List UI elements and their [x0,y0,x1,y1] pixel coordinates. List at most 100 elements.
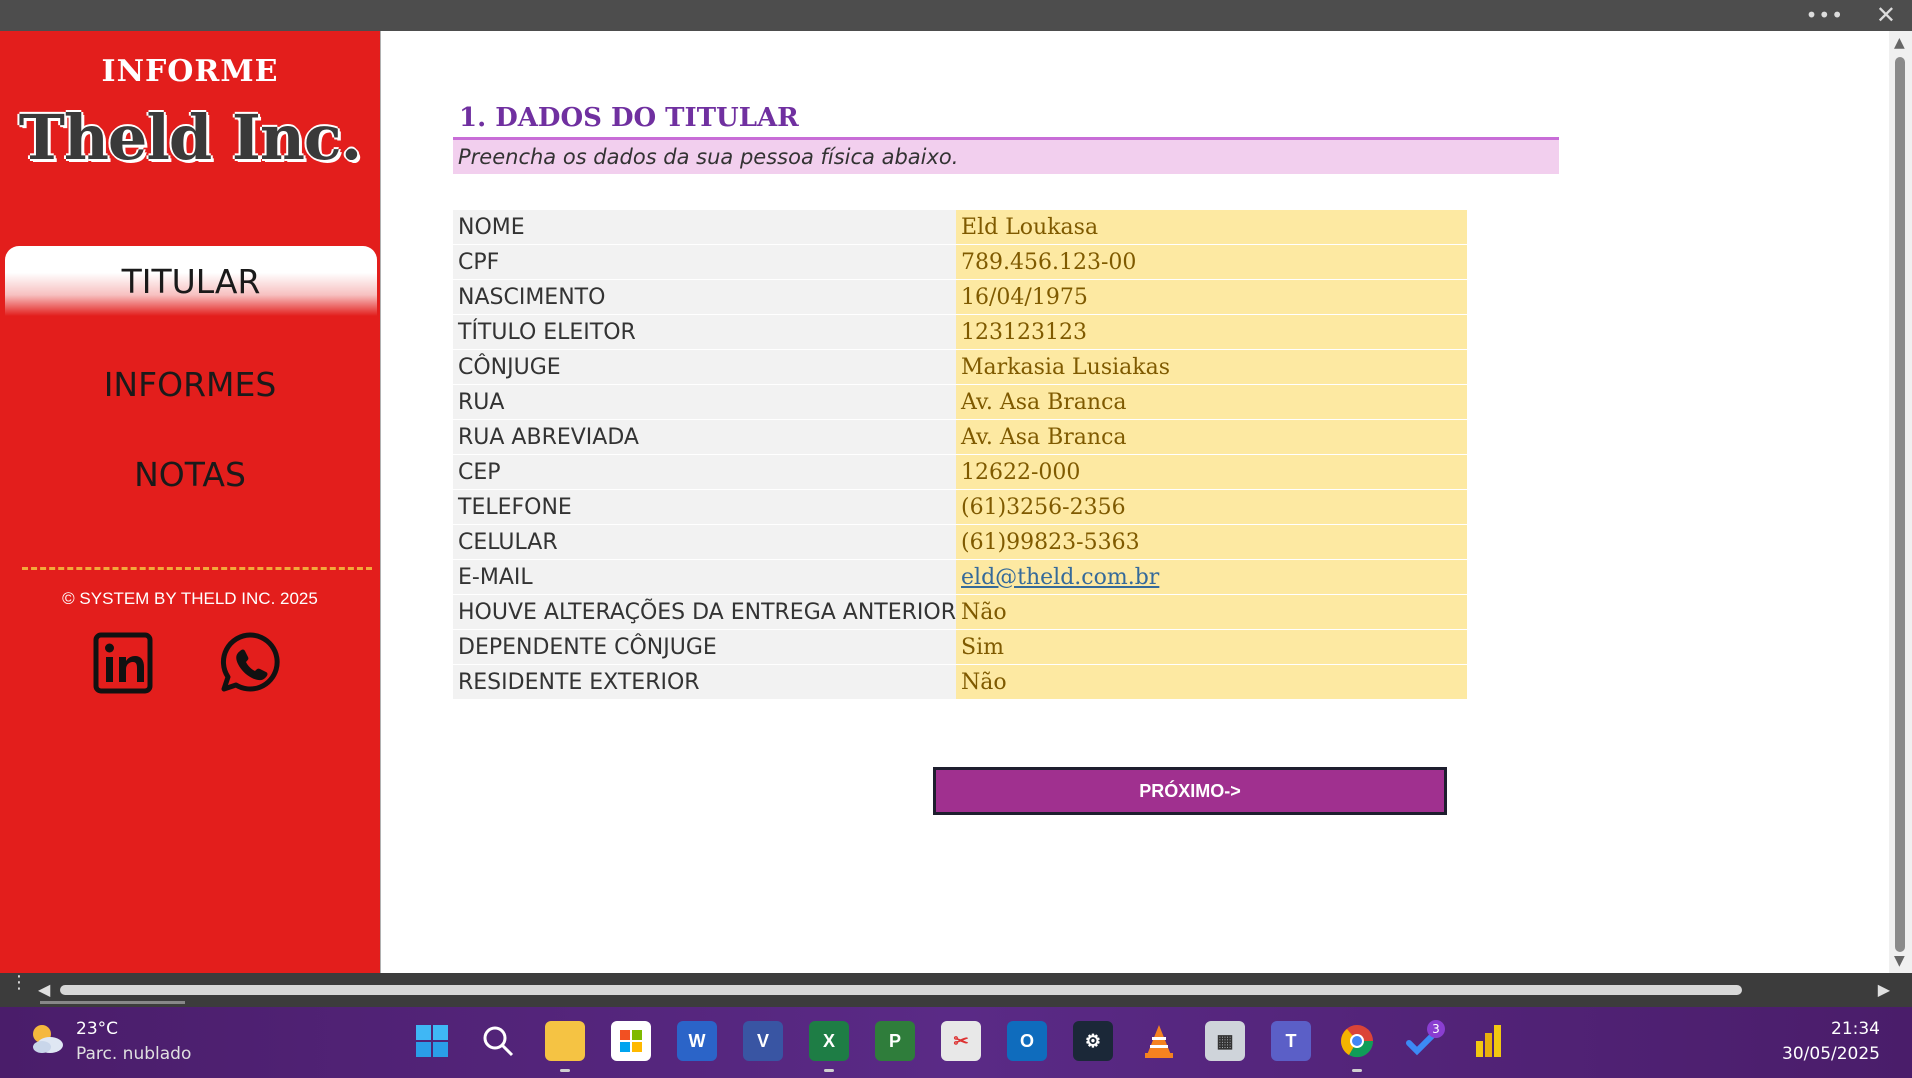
nav-item-label: TITULAR [121,261,261,301]
field-value-alteracoes[interactable]: Não [956,595,1468,630]
field-label: NASCIMENTO [453,280,957,315]
nav-item-informes[interactable]: INFORMES [0,365,380,404]
horizontal-scroll-thumb[interactable] [60,985,1742,995]
clock-time: 21:34 [1831,1019,1880,1039]
nav-item-titular[interactable]: TITULAR [5,246,377,316]
close-icon[interactable]: ✕ [1876,1,1896,29]
running-indicator [1352,1069,1362,1072]
vlc-icon[interactable] [1139,1021,1179,1061]
field-label: CÔNJUGE [453,350,957,385]
whatsapp-icon[interactable] [215,627,285,697]
field-label: CEP [453,455,957,490]
running-indicator [824,1069,834,1072]
divider [22,567,372,570]
outlook-icon[interactable]: O [1007,1021,1047,1061]
field-label: NOME [453,210,957,245]
field-value-cep[interactable]: 12622-000 [956,455,1468,490]
field-label: E-MAIL [453,560,957,595]
field-label: RUA [453,385,957,420]
file-explorer-icon[interactable] [545,1021,585,1061]
field-value-email[interactable]: eld@theld.com.br [956,560,1468,595]
field-value-telefone[interactable]: (61)3256-2356 [956,490,1468,525]
table-row: TELEFONE (61)3256-2356 [453,490,1468,525]
field-label: RUA ABREVIADA [453,420,957,455]
calculator-icon[interactable]: ▦ [1205,1021,1245,1061]
more-options-icon[interactable]: ••• [1806,3,1844,27]
table-row: TÍTULO ELEITOR 123123123 [453,315,1468,350]
microsoft-store-icon[interactable] [611,1021,651,1061]
brand-logo-text: Theld Inc. [18,101,363,174]
table-row: DEPENDENTE CÔNJUGE Sim [453,630,1468,665]
windows-start-icon[interactable] [412,1021,452,1061]
table-row: RUA Av. Asa Branca [453,385,1468,420]
taskbar: 23°C Parc. nublado W V X P ✂ O ⚙ ▦ T 3 2… [0,1007,1912,1078]
brand-subtitle: INFORME [101,54,279,89]
scroll-down-icon[interactable]: ▼ [1894,953,1905,969]
chrome-icon[interactable] [1337,1021,1377,1061]
scroll-up-icon[interactable]: ▲ [1894,35,1905,51]
email-link[interactable]: eld@theld.com.br [961,565,1159,590]
vertical-scrollbar[interactable]: ▲ ▼ [1889,31,1912,973]
steam-icon[interactable]: ⚙ [1073,1021,1113,1061]
next-button[interactable]: PRÓXIMO-> [933,767,1447,815]
field-value-celular[interactable]: (61)99823-5363 [956,525,1468,560]
todo-badge: 3 [1427,1020,1445,1038]
teams-icon[interactable]: T [1271,1021,1311,1061]
subtitle-banner: Preencha os dados da sua pessoa física a… [453,140,1559,174]
field-value-rua[interactable]: Av. Asa Branca [956,385,1468,420]
running-indicator [560,1069,570,1072]
sidebar: INFORME Theld Inc. TITULAR INFORMES NOTA… [0,31,381,973]
snipping-tool-icon[interactable]: ✂ [941,1021,981,1061]
excel-icon[interactable]: X [809,1021,849,1061]
search-icon[interactable] [478,1021,518,1061]
visio-icon[interactable]: V [743,1021,783,1061]
main-content: 1. DADOS DO TITULAR Preencha os dados da… [381,31,1889,973]
field-value-dependente-conjuge[interactable]: Sim [956,630,1468,665]
power-bi-icon[interactable] [1469,1021,1509,1061]
table-row: CELULAR (61)99823-5363 [453,525,1468,560]
clock-date: 30/05/2025 [1782,1044,1880,1064]
copyright-text: © SYSTEM BY THELD INC. 2025 [62,589,318,608]
field-label: CPF [453,245,957,280]
field-label: RESIDENTE EXTERIOR [453,665,957,700]
field-value-titulo-eleitor[interactable]: 123123123 [956,315,1468,350]
titular-form-table: NOME Eld Loukasa CPF 789.456.123-00 NASCIM… [453,210,1468,700]
window-title-bar: ••• ✕ [0,0,1912,31]
sheet-options-icon[interactable]: ⋮ [10,974,28,992]
field-label: TELEFONE [453,490,957,525]
field-value-conjuge[interactable]: Markasia Lusiakas [956,350,1468,385]
table-row: RUA ABREVIADA Av. Asa Branca [453,420,1468,455]
table-row: RESIDENTE EXTERIOR Não [453,665,1468,700]
field-label: CELULAR [453,525,957,560]
table-row: CEP 12622-000 [453,455,1468,490]
weather-temperature[interactable]: 23°C [76,1019,118,1039]
vertical-scroll-thumb[interactable] [1895,57,1905,952]
weather-condition[interactable]: Parc. nublado [76,1044,191,1064]
table-row: E-MAIL eld@theld.com.br [453,560,1468,595]
table-row: CÔNJUGE Markasia Lusiakas [453,350,1468,385]
field-value-residente-exterior[interactable]: Não [956,665,1468,700]
field-label: HOUVE ALTERAÇÕES DA ENTREGA ANTERIOR [453,595,957,630]
table-row: NASCIMENTO 16/04/1975 [453,280,1468,315]
word-icon[interactable]: W [677,1021,717,1061]
scroll-left-icon[interactable]: ◀ [38,980,50,999]
weather-partly-cloudy-icon[interactable] [26,1019,66,1059]
linkedin-icon[interactable] [88,627,158,697]
horizontal-scrollbar[interactable]: ⋮ ◀ ▶ [0,973,1912,1007]
scroll-right-icon[interactable]: ▶ [1878,980,1890,999]
field-label: DEPENDENTE CÔNJUGE [453,630,957,665]
page-subtitle: Preencha os dados da sua pessoa física a… [458,145,959,169]
page-title: 1. DADOS DO TITULAR [459,103,799,133]
field-value-cpf[interactable]: 789.456.123-00 [956,245,1468,280]
sheet-tab-indicator [40,1001,185,1004]
field-value-nome[interactable]: Eld Loukasa [956,210,1468,245]
table-row: CPF 789.456.123-00 [453,245,1468,280]
table-row: NOME Eld Loukasa [453,210,1468,245]
nav-item-notas[interactable]: NOTAS [0,455,380,494]
project-icon[interactable]: P [875,1021,915,1061]
field-value-rua-abreviada[interactable]: Av. Asa Branca [956,420,1468,455]
system-clock[interactable]: 21:34 30/05/2025 [1782,1019,1880,1069]
table-row: HOUVE ALTERAÇÕES DA ENTREGA ANTERIOR Não [453,595,1468,630]
field-label: TÍTULO ELEITOR [453,315,957,350]
field-value-nascimento[interactable]: 16/04/1975 [956,280,1468,315]
